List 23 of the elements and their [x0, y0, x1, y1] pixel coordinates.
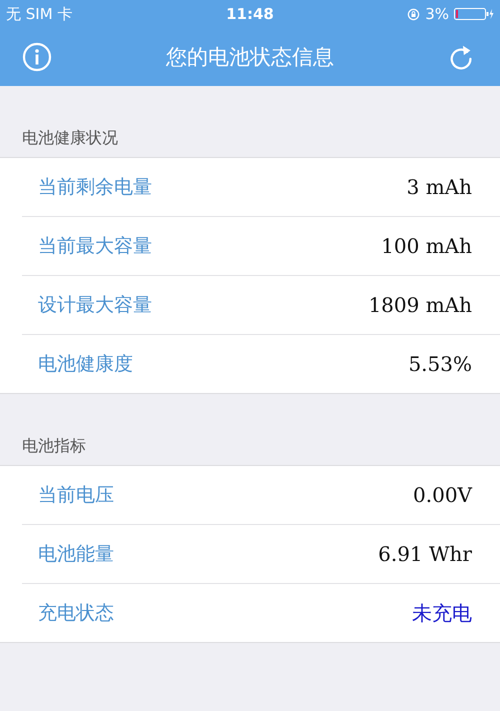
- rotation-lock-icon: [407, 8, 420, 20]
- nav-title: 您的电池状态信息: [166, 44, 334, 71]
- clock-time: 11:48: [226, 5, 274, 23]
- row-value: 未充电: [412, 600, 472, 626]
- section-header: 电池指标: [22, 436, 86, 455]
- row-label: 充电状态: [38, 601, 114, 626]
- row-value: 5.53%: [408, 352, 472, 376]
- row-label: 当前剩余电量: [38, 175, 152, 200]
- row-value: 0.00V: [413, 483, 472, 507]
- battery-icon: [454, 7, 494, 21]
- battery-percent: 3%: [425, 5, 449, 23]
- row-value: 1809 mAh: [368, 293, 472, 317]
- row-label: 设计最大容量: [38, 293, 152, 318]
- row-label: 当前电压: [38, 483, 114, 508]
- row-label: 电池能量: [38, 542, 114, 567]
- row-value: 3 mAh: [406, 175, 472, 199]
- info-icon[interactable]: [22, 42, 52, 72]
- row-value: 6.91 Whr: [378, 542, 472, 566]
- carrier-text: 无 SIM 卡: [6, 4, 72, 24]
- row-value: 100 mAh: [381, 234, 472, 258]
- section-header: 电池健康状况: [22, 128, 118, 147]
- row-label: 当前最大容量: [38, 234, 152, 259]
- row-label: 电池健康度: [38, 352, 133, 377]
